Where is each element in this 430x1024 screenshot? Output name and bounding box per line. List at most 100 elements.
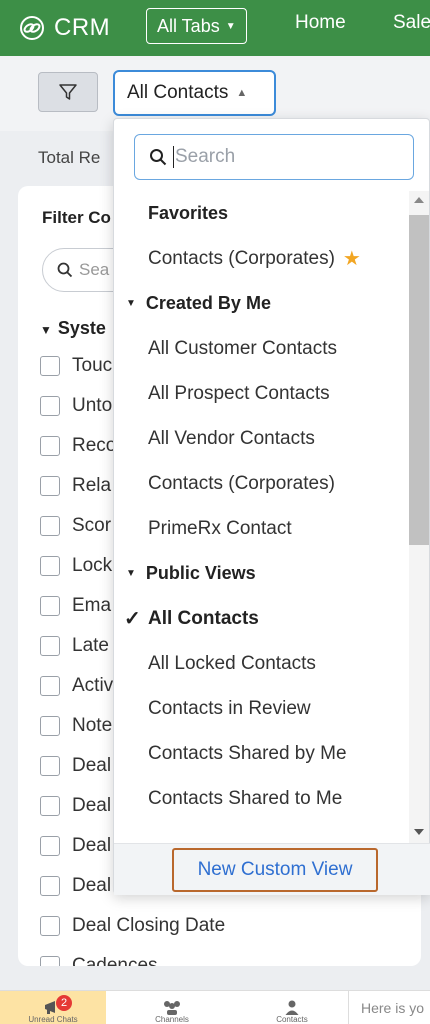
top-navigation-bar: CRM All Tabs ▼ Home Sale xyxy=(0,0,430,56)
view-list-scrollbar[interactable] xyxy=(409,191,429,843)
view-item[interactable]: All Customer Contacts xyxy=(114,326,410,371)
filter-field-row[interactable]: Activ xyxy=(40,666,113,706)
field-label: Deal xyxy=(72,835,112,856)
field-label: Reco xyxy=(72,435,117,456)
filter-field-row[interactable]: Rela xyxy=(40,466,111,506)
filter-field-row[interactable]: Deal xyxy=(40,826,111,866)
view-item[interactable]: All Vendor Contacts xyxy=(114,416,410,461)
field-label: Deal Closing Date xyxy=(72,915,226,936)
contact-person-icon xyxy=(285,1000,299,1015)
group-heading-created-by-me[interactable]: ▼ Created By Me xyxy=(114,281,410,326)
group-heading-label: Created By Me xyxy=(145,293,271,313)
field-checkbox[interactable] xyxy=(40,716,60,736)
unread-chats-tab[interactable]: Unread Chats 2 xyxy=(0,991,106,1024)
filter-field-row[interactable]: Ema xyxy=(40,586,111,626)
field-checkbox[interactable] xyxy=(40,916,60,936)
crm-logo[interactable]: CRM xyxy=(18,14,110,42)
field-label: Note xyxy=(72,715,113,736)
custom-view-dropdown: Search Favorites Contacts (Corporates) ★… xyxy=(113,118,430,895)
chevron-up-icon: ▲ xyxy=(236,87,248,99)
field-label: Lock xyxy=(72,555,113,576)
view-item[interactable]: Contacts in Review xyxy=(114,686,410,731)
crm-logo-icon xyxy=(20,16,44,40)
bottom-chat-bar: Unread Chats 2 Channels Contacts Here is… xyxy=(0,990,430,1024)
caret-down-icon: ▼ xyxy=(126,568,136,579)
filter-field-row[interactable]: Touc xyxy=(40,346,112,386)
nav-tab-home[interactable]: Home xyxy=(295,12,346,34)
field-label: Late xyxy=(72,635,109,656)
contacts-label: Contacts xyxy=(276,1015,308,1024)
total-records-label: Total Re xyxy=(38,148,101,167)
field-checkbox[interactable] xyxy=(40,676,60,696)
nav-tab-sales[interactable]: Sale xyxy=(393,12,430,34)
field-checkbox[interactable] xyxy=(40,396,60,416)
view-search-input[interactable]: Search xyxy=(134,134,414,180)
view-list: Favorites Contacts (Corporates) ★ ▼ Crea… xyxy=(114,191,410,843)
view-search-placeholder: Search xyxy=(175,146,236,167)
scrollbar-thumb[interactable] xyxy=(409,215,429,545)
channels-icon xyxy=(164,1001,180,1015)
view-item-selected[interactable]: ✓ All Contacts xyxy=(114,596,410,641)
system-fields-section[interactable]: ▼ Syste xyxy=(40,318,106,339)
scroll-down-arrow-icon[interactable] xyxy=(414,829,424,835)
caret-down-icon: ▼ xyxy=(40,323,52,337)
contacts-tab[interactable]: Contacts xyxy=(242,991,342,1024)
filter-field-row[interactable]: Cadences xyxy=(40,946,158,966)
field-label: Deal xyxy=(72,875,112,896)
all-tabs-button[interactable]: All Tabs ▼ xyxy=(146,8,247,44)
view-item[interactable]: All Prospect Contacts xyxy=(114,371,410,416)
field-checkbox[interactable] xyxy=(40,436,60,456)
view-item[interactable]: Contacts Shared by Me xyxy=(114,731,410,776)
field-checkbox[interactable] xyxy=(40,636,60,656)
new-custom-view-button[interactable]: New Custom View xyxy=(172,848,378,892)
unread-chats-label: Unread Chats xyxy=(28,1015,78,1024)
filter-field-row[interactable]: Late xyxy=(40,626,109,666)
filter-field-row[interactable]: Scor xyxy=(40,506,111,546)
group-heading-favorites: Favorites xyxy=(148,203,229,223)
filter-field-row[interactable]: Unto xyxy=(40,386,112,426)
field-checkbox[interactable] xyxy=(40,876,60,896)
group-heading-label: Public Views xyxy=(145,563,256,583)
chat-message-input[interactable]: Here is yo xyxy=(348,991,430,1024)
star-icon[interactable]: ★ xyxy=(343,246,361,271)
filter-field-row[interactable]: Reco xyxy=(40,426,116,466)
filter-toggle-button[interactable] xyxy=(38,72,98,112)
chevron-down-icon: ▼ xyxy=(225,20,236,32)
view-item-favorite[interactable]: Contacts (Corporates) ★ xyxy=(114,236,410,281)
text-cursor xyxy=(173,146,174,168)
field-checkbox[interactable] xyxy=(40,796,60,816)
filter-search-placeholder: Sea xyxy=(79,260,110,279)
filter-field-row[interactable]: Note xyxy=(40,706,112,746)
channels-tab[interactable]: Channels xyxy=(122,991,222,1024)
field-checkbox[interactable] xyxy=(40,836,60,856)
field-checkbox[interactable] xyxy=(40,356,60,376)
filter-field-row[interactable]: Deal Closing Date xyxy=(40,906,225,946)
system-fields-heading: Syste xyxy=(57,318,106,338)
view-item[interactable]: All Locked Contacts xyxy=(114,641,410,686)
search-icon xyxy=(57,262,73,278)
group-heading-public-views[interactable]: ▼ Public Views xyxy=(114,551,410,596)
view-item[interactable]: PrimeRx Contact xyxy=(114,506,410,551)
field-checkbox[interactable] xyxy=(40,556,60,576)
field-checkbox[interactable] xyxy=(40,516,60,536)
filter-icon xyxy=(59,84,77,100)
view-item[interactable]: Contacts (Corporates) xyxy=(114,461,410,506)
channels-label: Channels xyxy=(155,1015,189,1024)
field-label: Touc xyxy=(72,355,113,376)
filter-field-row[interactable]: Deal xyxy=(40,746,111,786)
view-item-label: Contacts (Corporates) xyxy=(148,247,335,269)
view-selector-dropdown[interactable]: All Contacts ▲ xyxy=(113,70,276,116)
field-checkbox[interactable] xyxy=(40,596,60,616)
field-label: Ema xyxy=(72,595,112,616)
field-label: Rela xyxy=(72,475,112,496)
unread-count-badge: 2 xyxy=(56,995,72,1011)
filter-field-row[interactable]: Deal xyxy=(40,866,111,906)
field-checkbox[interactable] xyxy=(40,956,60,966)
filter-field-row[interactable]: Deal xyxy=(40,786,111,826)
field-checkbox[interactable] xyxy=(40,476,60,496)
all-tabs-label: All Tabs xyxy=(157,15,220,36)
filter-field-row[interactable]: Lock xyxy=(40,546,112,586)
view-item[interactable]: Contacts Shared to Me xyxy=(114,776,410,821)
field-checkbox[interactable] xyxy=(40,756,60,776)
scroll-up-arrow-icon[interactable] xyxy=(414,197,424,203)
